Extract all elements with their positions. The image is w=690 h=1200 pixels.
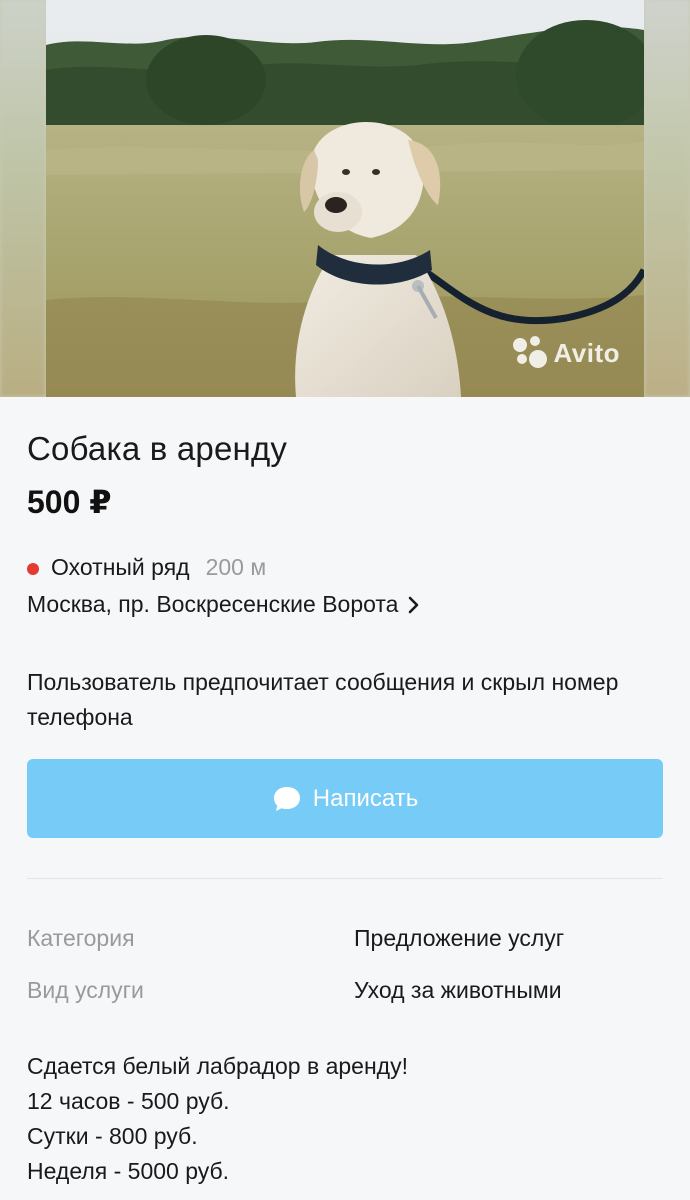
param-row-category: Категория Предложение услуг	[27, 925, 663, 952]
listing-price: 500 ₽	[27, 484, 112, 520]
metro-line-dot-icon	[27, 562, 39, 575]
listing-title: Собака в аренду	[27, 430, 288, 467]
description-line: 12 часов - 500 руб.	[27, 1088, 230, 1114]
listing-description: Сдается белый лабрадор в аренду! 12 часо…	[27, 1049, 663, 1189]
description-line: Неделя - 5000 руб.	[27, 1158, 230, 1184]
address-text: Москва, пр. Воскресенские Ворота	[27, 591, 399, 617]
avito-watermark: Avito	[513, 336, 620, 370]
description-line: Сдается белый лабрадор в аренду!	[27, 1053, 408, 1079]
metro-info: Охотный ряд 200 м	[27, 554, 266, 581]
avito-watermark-text: Avito	[553, 337, 620, 368]
section-divider	[27, 878, 663, 879]
metro-distance: 200 м	[205, 554, 267, 580]
chevron-right-icon	[408, 596, 420, 614]
param-label: Вид услуги	[27, 977, 144, 1003]
param-value: Предложение услуг	[354, 925, 565, 951]
description-line: Сутки - 800 руб.	[27, 1123, 198, 1149]
write-message-button[interactable]: Написать	[27, 759, 663, 838]
address-link[interactable]: Москва, пр. Воскресенские Ворота	[27, 591, 420, 618]
metro-station: Охотный ряд	[51, 554, 190, 580]
param-label: Категория	[27, 925, 135, 951]
chat-bubble-icon	[272, 785, 302, 813]
param-value: Уход за животными	[354, 977, 562, 1003]
param-row-service-type: Вид услуги Уход за животными	[27, 977, 663, 1004]
listing-page: Avito Собака в аренду 500 ₽ Охотный ряд …	[0, 0, 690, 1200]
write-button-label: Написать	[312, 784, 419, 812]
photo-gallery[interactable]: Avito	[0, 0, 690, 397]
gallery-next-preview	[644, 0, 690, 397]
gallery-prev-preview	[0, 0, 46, 397]
avito-logo-icon	[513, 336, 548, 370]
contact-preference-note: Пользователь предпочитает сообщения и ск…	[27, 669, 619, 730]
